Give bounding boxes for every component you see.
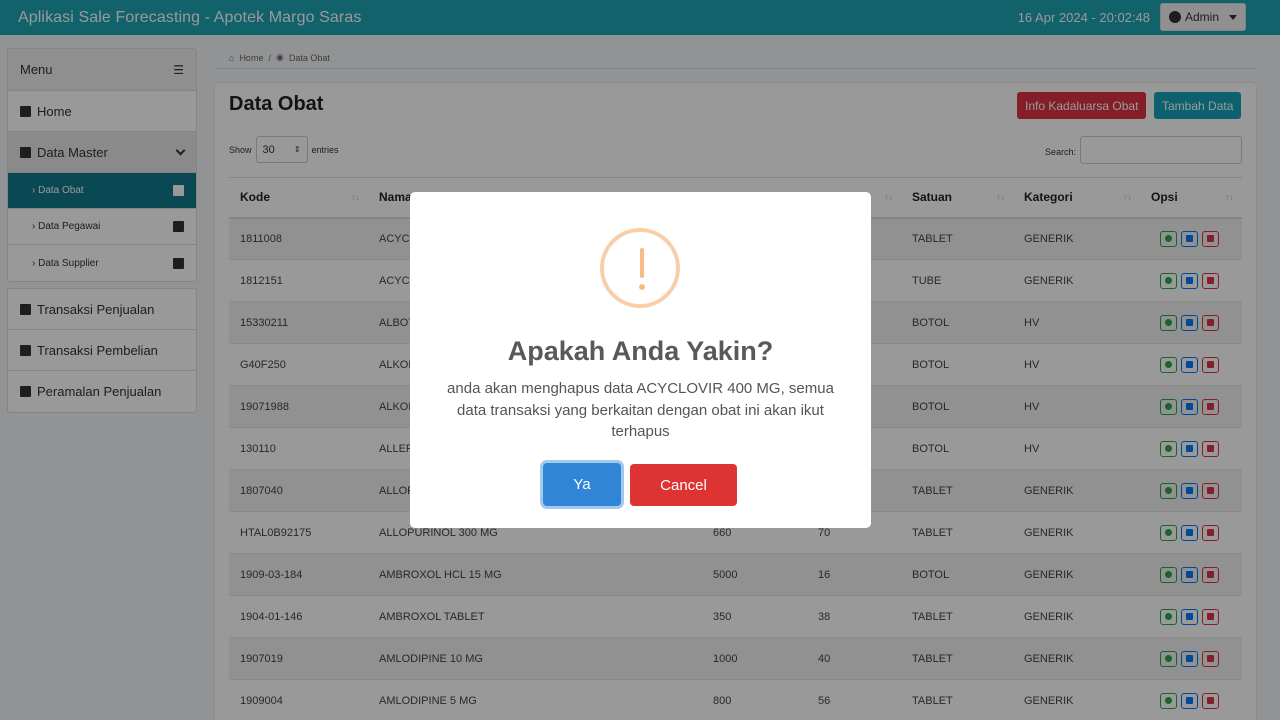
- dialog-title: Apakah Anda Yakin?: [507, 336, 774, 366]
- confirm-dialog: Apakah Anda Yakin? anda akan menghapus d…: [410, 192, 871, 528]
- warning-icon: [600, 228, 680, 308]
- confirm-button[interactable]: Ya: [543, 463, 621, 506]
- cancel-button[interactable]: Cancel: [630, 464, 737, 506]
- dialog-message: anda akan menghapus data ACYCLOVIR 400 M…: [447, 380, 834, 440]
